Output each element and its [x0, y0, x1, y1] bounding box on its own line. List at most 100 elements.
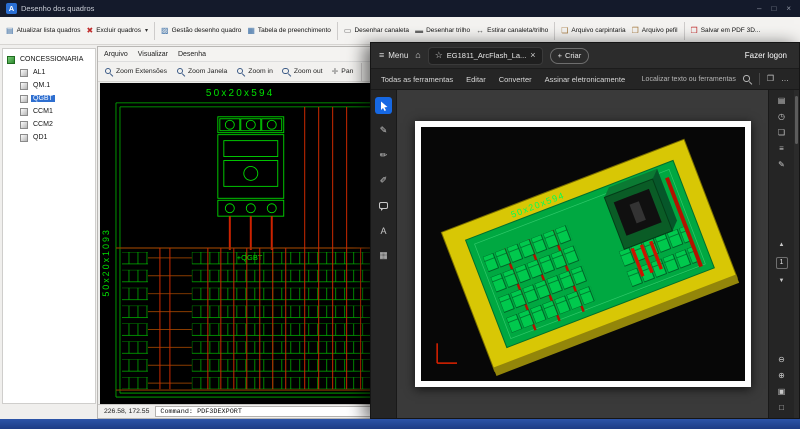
- tab-convert[interactable]: Converter: [499, 75, 532, 84]
- draw-rail-button[interactable]: ▬ Desenhar trilho: [412, 24, 473, 38]
- layers-icon[interactable]: ≡: [779, 145, 784, 153]
- button-label: Excluir quadros: [96, 27, 141, 34]
- scrollbar-thumb[interactable]: [795, 96, 798, 144]
- select-tool-button[interactable]: [375, 97, 392, 114]
- pdf3d-icon: ❒: [691, 27, 698, 35]
- button-label: Desenhar canaleta: [354, 27, 409, 34]
- history-icon[interactable]: ◷: [778, 113, 785, 121]
- search-icon[interactable]: [743, 75, 752, 84]
- frame-icon: [20, 134, 28, 142]
- pdf-content-area[interactable]: 50x20x594: [397, 90, 768, 418]
- pdf-3d-render: 50x20x594: [421, 127, 745, 381]
- zoom-out-button[interactable]: Zoom out: [278, 65, 327, 78]
- menu-arquivo[interactable]: Arquivo: [104, 51, 128, 58]
- sign-in-button[interactable]: Fazer logon: [741, 49, 791, 62]
- left-tool-rail: ✎ ✏ ✐ A ▦: [371, 90, 397, 418]
- tree-item-qm1[interactable]: QM.1: [7, 79, 95, 92]
- tree-label: QD1: [31, 134, 49, 141]
- pdf-3d-viewport[interactable]: 50x20x594: [421, 127, 745, 381]
- star-icon: ☆: [435, 51, 443, 60]
- menu-desenha[interactable]: Desenha: [178, 51, 206, 58]
- zoom-window-button[interactable]: Zoom Janela: [172, 65, 231, 78]
- draw-duct-button[interactable]: ▭ Desenhar canaleta: [341, 24, 412, 38]
- attachments-icon[interactable]: ❏: [778, 129, 785, 137]
- page-up-icon[interactable]: ▲: [779, 241, 785, 249]
- pages-icon[interactable]: ❐: [767, 75, 774, 83]
- acrobat-window: ≡ Menu ⌂ ☆ EG1811_ArcFlash_La... × + Cri…: [370, 42, 800, 419]
- tree-label: AL1: [31, 69, 47, 76]
- menu-visualizar[interactable]: Visualizar: [138, 51, 168, 58]
- button-label: Arquivo pefil: [642, 27, 678, 34]
- zoom-in-icon[interactable]: ⊕: [778, 372, 785, 380]
- delete-frames-button[interactable]: ✖ Excluir quadros ▾: [84, 24, 152, 38]
- page-number-box[interactable]: 1: [776, 257, 788, 269]
- find-label[interactable]: Localizar texto ou ferramentas: [642, 76, 736, 83]
- tree-item-ccm1[interactable]: CCM1: [7, 105, 95, 118]
- button-label: Zoom in: [248, 68, 273, 75]
- pdf-page[interactable]: 50x20x594: [415, 121, 751, 387]
- hamburger-icon: ≡: [379, 51, 384, 60]
- page-thumbnails-icon[interactable]: ▤: [778, 97, 786, 105]
- tree-label: CONCESSIONARIA: [18, 56, 85, 63]
- minimize-icon[interactable]: –: [757, 4, 761, 13]
- tab-all-tools[interactable]: Todas as ferramentas: [381, 75, 453, 84]
- tree-item-al1[interactable]: AL1: [7, 66, 95, 79]
- stamp-tool[interactable]: ▦: [375, 247, 392, 264]
- rail-icon: ▬: [415, 27, 423, 35]
- height-dimension-label: 50x20x1093: [101, 228, 111, 297]
- stretch-icon: ↔: [476, 27, 484, 35]
- stretch-duct-rail-button[interactable]: ↔ Estirar canaleta/trilho: [473, 24, 551, 38]
- carpentry-file-button[interactable]: ❏ Arquivo carpintaria: [558, 24, 628, 38]
- tab-title: EG1811_ArcFlash_La...: [447, 51, 527, 60]
- tree-item-ccm2[interactable]: CCM2: [7, 118, 95, 131]
- toolbar-separator: [154, 22, 155, 40]
- comment-tool[interactable]: [375, 197, 392, 214]
- fill-table-button[interactable]: ▦ Tabela de preenchimento: [244, 24, 334, 38]
- cad-titlebar: A Desenho dos quadros – □ ×: [0, 0, 800, 17]
- pdf-scrollbar[interactable]: [794, 90, 799, 418]
- acrobat-menu-button[interactable]: ≡ Menu: [379, 51, 408, 60]
- window-title: Desenho dos quadros: [21, 4, 94, 13]
- list-icon: ▤: [6, 27, 14, 35]
- tree-root-concessionaria[interactable]: CONCESSIONARIA: [7, 53, 95, 66]
- toolbar-separator: [759, 73, 760, 85]
- tab-esign[interactable]: Assinar eletronicamente: [545, 75, 625, 84]
- sign-pen-tool[interactable]: ✎: [375, 122, 392, 139]
- pan-button[interactable]: ✛ Pan: [328, 66, 358, 78]
- tree-item-qgbt[interactable]: QGBT: [7, 92, 95, 105]
- zoom-in-button[interactable]: Zoom in: [232, 65, 277, 78]
- delete-icon: ✖: [87, 27, 94, 35]
- chevron-down-icon[interactable]: ▾: [145, 27, 148, 34]
- button-label: Salvar em PDF 3D...: [701, 27, 761, 34]
- zoom-extents-button[interactable]: Zoom Extensões: [100, 65, 171, 78]
- frame-icon: [20, 108, 28, 116]
- edit-panel-icon[interactable]: ✎: [778, 161, 785, 169]
- highlight-tool[interactable]: ✐: [375, 172, 392, 189]
- add-text-tool[interactable]: A: [375, 222, 392, 239]
- zoom-window-icon: [176, 67, 185, 76]
- fullscreen-icon[interactable]: □: [779, 404, 784, 412]
- tree-item-qd1[interactable]: QD1: [7, 131, 95, 144]
- maximize-icon[interactable]: □: [771, 4, 776, 13]
- close-icon[interactable]: ×: [786, 4, 791, 13]
- save-pdf3d-button[interactable]: ❒ Salvar em PDF 3D...: [688, 24, 764, 38]
- home-icon[interactable]: ⌂: [415, 51, 420, 60]
- draw-tool[interactable]: ✏: [375, 147, 392, 164]
- zoom-out-icon[interactable]: ⊖: [778, 356, 785, 364]
- create-button[interactable]: + Criar: [550, 48, 590, 64]
- tab-edit[interactable]: Editar: [466, 75, 486, 84]
- profile-file-button[interactable]: ❐ Arquivo pefil: [629, 24, 681, 38]
- button-label: Pan: [341, 68, 353, 75]
- main-breaker-symbol: [218, 117, 284, 216]
- button-label: Gestão desenho quadro: [172, 27, 242, 34]
- manage-frame-drawing-button[interactable]: ▨ Gestão desenho quadro: [158, 24, 244, 38]
- close-tab-icon[interactable]: ×: [530, 51, 535, 60]
- document-tab[interactable]: ☆ EG1811_ArcFlash_La... ×: [428, 47, 543, 65]
- page-down-icon[interactable]: ▼: [779, 277, 785, 285]
- refresh-frames-button[interactable]: ▤ Atualizar lista quadros: [3, 24, 84, 38]
- more-options-icon[interactable]: …: [781, 75, 789, 83]
- screen: A Desenho dos quadros – □ × ▤ Atualizar …: [0, 0, 800, 429]
- taskbar[interactable]: [0, 419, 800, 429]
- fit-page-icon[interactable]: ▣: [778, 388, 786, 396]
- right-panel-rail: ▤ ◷ ❏ ≡ ✎ ▲ 1 ▼ ⊖ ⊕ ▣ □: [768, 90, 794, 418]
